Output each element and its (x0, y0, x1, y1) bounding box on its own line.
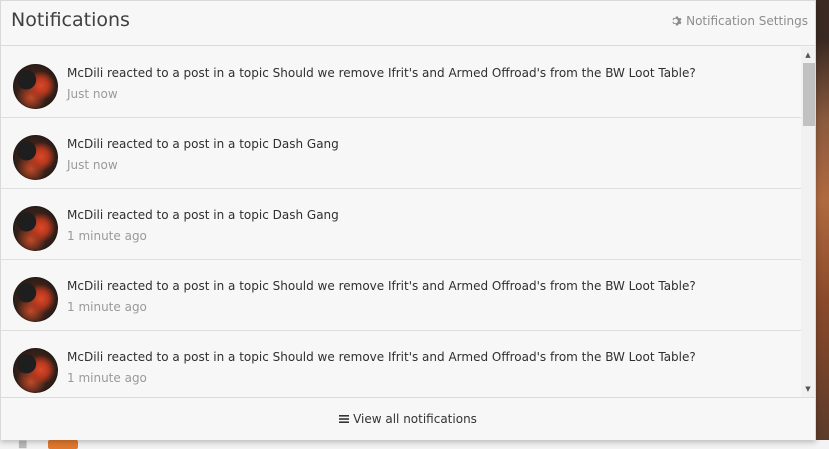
background-page-edge (816, 0, 829, 449)
notifications-scrollbar[interactable]: ▲ ▼ (801, 47, 815, 397)
notification-time: Just now (67, 87, 118, 101)
avatar[interactable] (13, 135, 58, 180)
notification-time: Just now (67, 158, 118, 172)
background-page-bottom (0, 440, 829, 449)
notifications-list-viewport: McDili reacted to a post in a topic Shou… (1, 47, 815, 397)
notification-text: McDili reacted to a post in a topic Dash… (67, 208, 339, 222)
notification-item[interactable]: McDili reacted to a post in a topic Shou… (1, 260, 801, 331)
notification-time: 1 minute ago (67, 371, 147, 385)
scroll-down-arrow-icon[interactable]: ▼ (801, 382, 815, 396)
notification-settings-link[interactable]: Notification Settings (671, 14, 808, 28)
notifications-footer: View all notifications (1, 397, 815, 440)
avatar[interactable] (13, 277, 58, 322)
notifications-dropdown: Notifications Notification Settings McDi… (0, 0, 816, 440)
scroll-up-arrow-icon[interactable]: ▲ (801, 48, 815, 62)
notification-text: McDili reacted to a post in a topic Shou… (67, 350, 696, 364)
view-all-label: View all notifications (353, 412, 477, 426)
background-orange-button[interactable] (48, 440, 78, 449)
notifications-header: Notifications Notification Settings (1, 1, 815, 46)
notification-settings-label: Notification Settings (686, 14, 808, 28)
avatar[interactable] (13, 206, 58, 251)
scrollbar-thumb[interactable] (803, 63, 815, 126)
notification-text: McDili reacted to a post in a topic Shou… (67, 66, 696, 80)
bars-icon (339, 415, 350, 423)
avatar[interactable] (13, 348, 58, 393)
gear-icon (672, 16, 682, 26)
notification-item[interactable]: McDili reacted to a post in a topic Shou… (1, 47, 801, 118)
notifications-list: McDili reacted to a post in a topic Shou… (1, 47, 801, 397)
chat-icon: ■ (18, 439, 28, 449)
notification-item[interactable]: McDili reacted to a post in a topic Dash… (1, 118, 801, 189)
notification-text: McDili reacted to a post in a topic Dash… (67, 137, 339, 151)
panel-title: Notifications (11, 9, 130, 31)
notification-text: McDili reacted to a post in a topic Shou… (67, 279, 696, 293)
view-all-notifications-link[interactable]: View all notifications (339, 412, 477, 426)
notification-time: 1 minute ago (67, 229, 147, 243)
notification-time: 1 minute ago (67, 300, 147, 314)
avatar[interactable] (13, 64, 58, 109)
notification-item[interactable]: McDili reacted to a post in a topic Shou… (1, 331, 801, 397)
notification-item[interactable]: McDili reacted to a post in a topic Dash… (1, 189, 801, 260)
